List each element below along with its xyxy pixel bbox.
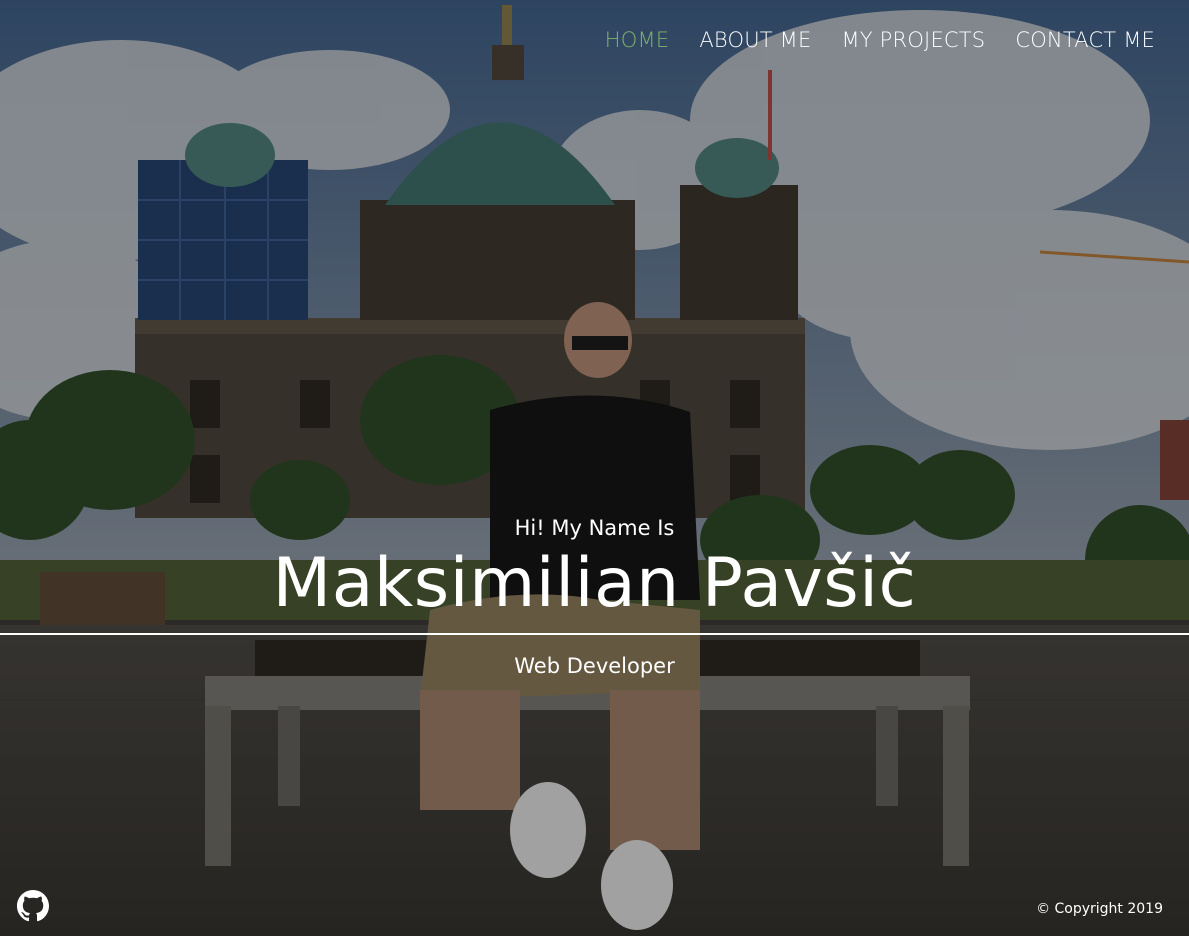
github-icon[interactable] <box>17 890 49 922</box>
main-navigation: HOME ABOUT ME MY PROJECTS CONTACT ME <box>605 28 1155 52</box>
nav-my-projects-link[interactable]: MY PROJECTS <box>841 28 985 52</box>
hero-divider <box>0 633 1189 635</box>
hero-background-photo <box>0 0 1189 936</box>
hero-name: Maksimilian Pavšič <box>272 544 917 623</box>
hero-role: Web Developer <box>514 654 675 678</box>
copyright-text: © Copyright 2019 <box>1036 901 1163 917</box>
hero-intro: Hi! My Name Is Maksimilian Pavšič <box>0 514 1189 624</box>
nav-about-me-link[interactable]: ABOUT ME <box>699 28 811 52</box>
nav-home-link[interactable]: HOME <box>605 28 670 52</box>
hero-greeting: Hi! My Name Is <box>514 516 675 540</box>
nav-contact-me-link[interactable]: CONTACT ME <box>1015 28 1155 52</box>
